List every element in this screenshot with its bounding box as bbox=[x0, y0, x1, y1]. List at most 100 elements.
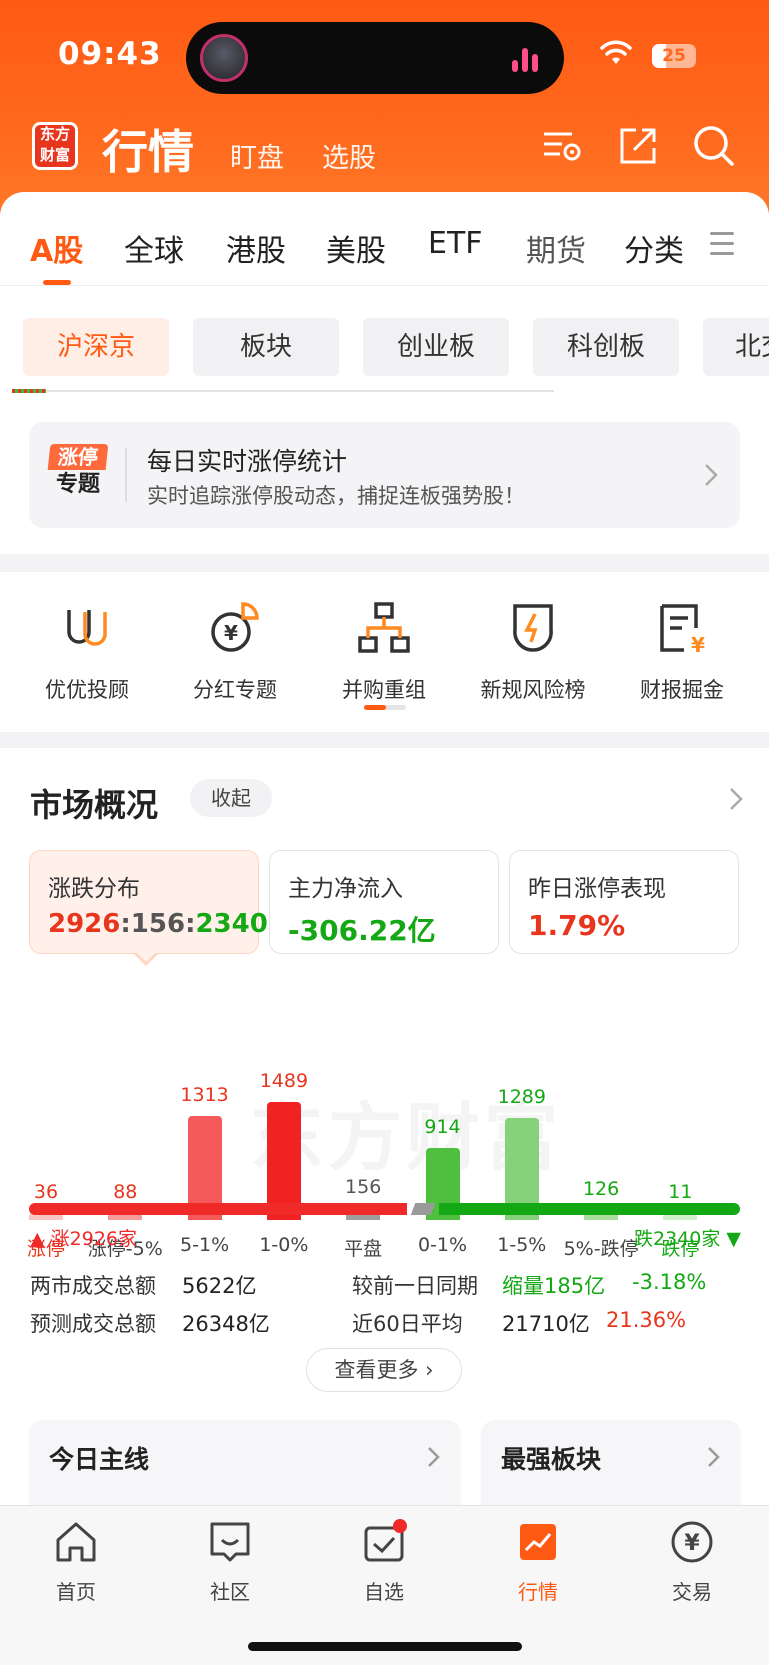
vs-prev-day-pct: -3.18% bbox=[632, 1270, 707, 1294]
total-turnover-value: 5622亿 bbox=[182, 1274, 257, 1298]
feature-risk-list[interactable]: 新规风险榜 bbox=[458, 600, 608, 704]
feature-pager bbox=[364, 705, 406, 710]
chip-star[interactable]: 科创板 bbox=[533, 318, 679, 376]
nav-home[interactable]: 首页 bbox=[26, 1518, 126, 1605]
tab-global[interactable]: 全球 bbox=[124, 226, 184, 270]
chart-value-label: 1289 bbox=[497, 1086, 546, 1108]
search-icon[interactable] bbox=[692, 124, 736, 168]
chart-value-label: 88 bbox=[113, 1181, 138, 1203]
chart-category-label: 1-5% bbox=[497, 1234, 547, 1256]
chip-sector[interactable]: 板块 bbox=[193, 318, 339, 376]
chart-category-label: 5-1% bbox=[180, 1234, 230, 1256]
chip-gem[interactable]: 创业板 bbox=[363, 318, 509, 376]
chevron-right-icon bbox=[705, 464, 718, 486]
advisor-icon bbox=[67, 610, 107, 646]
total-turnover-label: 两市成交总额 bbox=[30, 1274, 156, 1298]
limit-up-badge: 涨停 专题 bbox=[47, 444, 109, 500]
chip-scroll-track bbox=[12, 390, 554, 392]
battery-level: 25 bbox=[662, 46, 686, 66]
advance-decline-ratio-bar bbox=[29, 1203, 740, 1215]
mini-trend-mark bbox=[12, 389, 46, 393]
audio-bars-icon bbox=[512, 46, 538, 72]
chart-value-label: 126 bbox=[582, 1178, 620, 1200]
nav-watchlist[interactable]: 自选 bbox=[334, 1518, 434, 1605]
tab-etf[interactable]: ETF bbox=[428, 226, 483, 261]
tab-futures[interactable]: 期货 bbox=[526, 226, 586, 270]
live-avatar-icon[interactable] bbox=[200, 34, 248, 82]
wifi-icon bbox=[600, 40, 632, 64]
chart-category-label: 1-0% bbox=[259, 1234, 309, 1256]
page-title[interactable]: 行情 bbox=[102, 116, 194, 182]
tab-watch[interactable]: 盯盘 bbox=[230, 136, 284, 175]
limit-up-banner[interactable]: 涨停 专题 每日实时涨停统计 实时追踪涨停股动态，捕捉连板强势股！ bbox=[29, 422, 740, 528]
tab-us[interactable]: 美股 bbox=[326, 226, 386, 270]
market-panel: A股 全球 港股 美股 ETF 期货 分类 沪深京 板块 创业板 科创板 北交 … bbox=[0, 192, 769, 554]
feature-advisor[interactable]: 优优投顾 bbox=[12, 600, 162, 704]
feature-row: 优优投顾 ¥ 分红专题 并购重组 新规风险榜 ¥ 财报掘金 bbox=[0, 572, 769, 732]
app-logo-text: 东方 财富 bbox=[39, 125, 70, 164]
feature-dividend[interactable]: ¥ 分红专题 bbox=[160, 600, 310, 704]
svg-text:¥: ¥ bbox=[224, 621, 238, 645]
chip-bse[interactable]: 北交 bbox=[703, 318, 769, 376]
ratio-down-segment bbox=[439, 1203, 740, 1215]
nav-community[interactable]: 社区 bbox=[180, 1518, 280, 1605]
customize-settings-icon[interactable] bbox=[540, 124, 584, 168]
yen-coin-icon: ¥ bbox=[671, 1521, 713, 1563]
chart-value-label: 36 bbox=[33, 1181, 59, 1203]
home-icon bbox=[56, 1522, 96, 1562]
feature-mna[interactable]: 并购重组 bbox=[309, 600, 459, 704]
feature-earnings[interactable]: ¥ 财报掘金 bbox=[607, 600, 757, 704]
watchlist-check-icon bbox=[364, 1519, 407, 1562]
svg-text:¥: ¥ bbox=[691, 633, 705, 656]
shield-bolt-icon bbox=[513, 604, 553, 652]
chevron-right-icon[interactable] bbox=[728, 786, 744, 812]
distribution-chart: 东方财富 36 涨停 88 涨停-5% 1313 5-1% 1489 1-0% 156 平盘 914… bbox=[0, 968, 769, 1268]
banner-subtitle: 实时追踪涨停股动态，捕捉连板强势股！ bbox=[147, 484, 525, 508]
ratio-up-segment bbox=[29, 1203, 407, 1215]
card-limit-up-performance[interactable]: 昨日涨停表现 1.79% bbox=[509, 850, 739, 954]
card-net-inflow[interactable]: 主力净流入 -306.22亿 bbox=[269, 850, 499, 954]
ratio-flat-segment bbox=[410, 1203, 436, 1215]
tab-category[interactable]: 分类 bbox=[624, 226, 684, 270]
chart-value-label: 156 bbox=[345, 1176, 382, 1198]
chart-category-label: 5%-跌停 bbox=[563, 1238, 639, 1260]
chart-category-label: 平盘 bbox=[344, 1238, 383, 1260]
chevron-right-icon bbox=[428, 1447, 440, 1467]
bottom-nav: 首页 社区 自选 行情 ¥ 交易 bbox=[0, 1505, 769, 1665]
chart-value-label: 1313 bbox=[180, 1084, 229, 1106]
tab-stock-picker[interactable]: 选股 bbox=[322, 136, 376, 175]
chat-icon bbox=[210, 1522, 250, 1562]
chart-value-label: 11 bbox=[668, 1181, 693, 1203]
nav-trade[interactable]: ¥ 交易 bbox=[642, 1518, 742, 1605]
view-more-button[interactable]: 查看更多 › bbox=[306, 1348, 462, 1392]
report-icon: ¥ bbox=[660, 604, 705, 657]
forecast-turnover-label: 预测成交总额 bbox=[30, 1312, 156, 1336]
share-icon[interactable] bbox=[616, 124, 660, 168]
home-indicator bbox=[248, 1642, 522, 1651]
card-advance-decline[interactable]: 涨跌分布 2926:156:2340 bbox=[29, 850, 268, 954]
tab-hk[interactable]: 港股 bbox=[226, 226, 286, 270]
chart-value-label: 1489 bbox=[259, 1070, 309, 1092]
rise-count: ▲ 涨2926家 bbox=[30, 1228, 138, 1250]
tab-a-shares[interactable]: A股 bbox=[30, 226, 83, 270]
active-tab-indicator bbox=[43, 280, 71, 285]
avg-60d-pct: 21.36% bbox=[606, 1308, 687, 1332]
status-time: 09:43 bbox=[58, 36, 162, 72]
dynamic-island bbox=[186, 22, 564, 94]
chart-category-label: 0-1% bbox=[417, 1234, 468, 1256]
nav-market[interactable]: 行情 bbox=[488, 1518, 588, 1605]
avg-60d-value: 21710亿 bbox=[502, 1312, 590, 1336]
market-overview: 市场概况 收起 涨跌分布 2926:156:2340 主力净流入 -306.22… bbox=[0, 748, 769, 1520]
org-structure-icon bbox=[358, 602, 410, 653]
market-chart-icon bbox=[520, 1524, 556, 1560]
forecast-turnover-value: 26348亿 bbox=[182, 1312, 270, 1336]
vs-prev-day-label: 较前一日同期 bbox=[352, 1274, 478, 1298]
menu-icon[interactable] bbox=[710, 232, 734, 262]
market-tabs: A股 全球 港股 美股 ETF 期货 分类 bbox=[0, 192, 769, 286]
fall-count: 跌2340家 ▼ bbox=[633, 1228, 741, 1250]
chart-value-label: 914 bbox=[424, 1116, 461, 1138]
chip-hs-jing[interactable]: 沪深京 bbox=[23, 318, 169, 376]
collapse-button[interactable]: 收起 bbox=[190, 779, 272, 817]
banner-title: 每日实时涨停统计 bbox=[147, 447, 348, 476]
dividend-icon: ¥ bbox=[211, 602, 259, 652]
